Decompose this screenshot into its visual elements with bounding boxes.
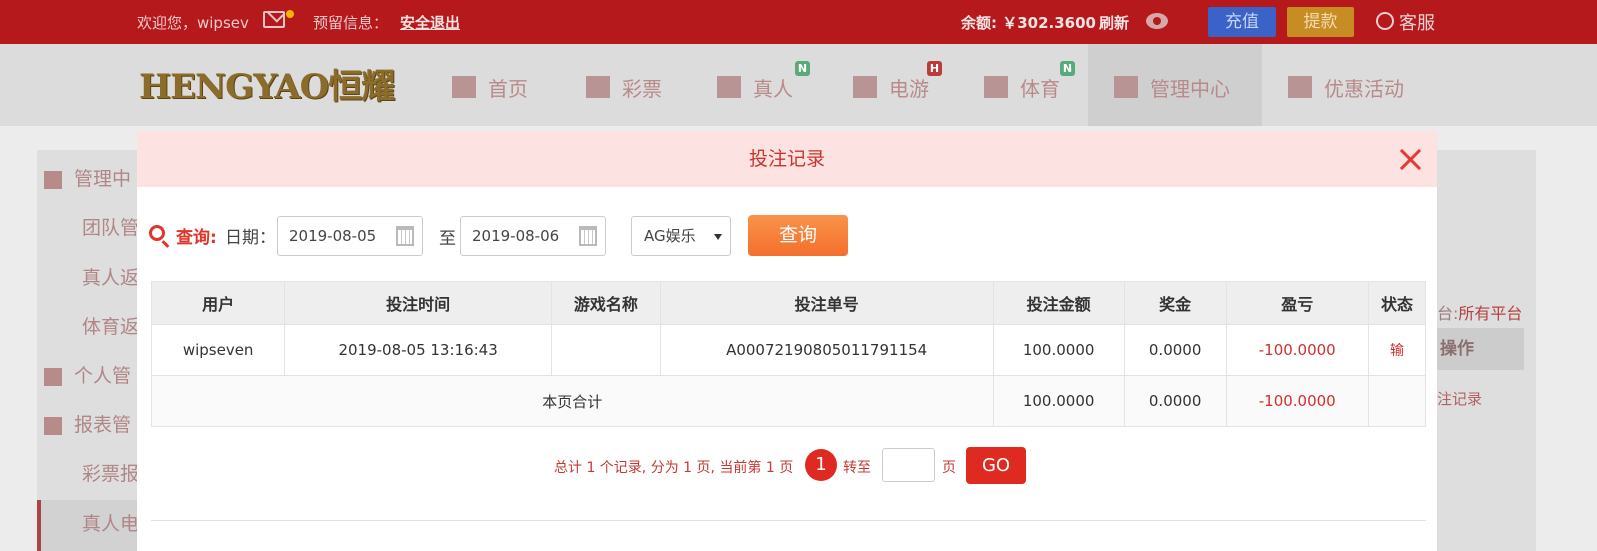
cell-user: wipseven <box>150 324 286 376</box>
to-label: 至 <box>439 229 456 249</box>
platform-select-value: AG娱乐 <box>644 227 696 245</box>
end-date-value: 2019-08-06 <box>472 227 560 245</box>
bet-records-table: 用户 投注时间 游戏名称 投注单号 投注金额 奖金 盈亏 状态 wipseven… <box>150 281 1427 427</box>
cell-profit: -100.0000 <box>1225 324 1369 376</box>
cell-amount: 100.0000 <box>992 324 1125 376</box>
calendar-icon[interactable] <box>396 226 414 246</box>
start-date-input[interactable]: 2019-08-05 <box>277 216 423 256</box>
total-profit: -100.0000 <box>1225 375 1369 427</box>
go-button[interactable]: GO <box>966 447 1026 484</box>
bet-records-modal: 投注记录 查询: 日期： 2019-08-05 至 2019-08-06 AG娱… <box>137 131 1437 551</box>
cell-order-no: A00072190805011791154 <box>659 324 994 376</box>
total-status <box>1367 375 1427 427</box>
goto-page-input[interactable] <box>882 448 935 482</box>
current-page-button[interactable]: 1 <box>805 449 837 481</box>
column-header: 奖金 <box>1123 281 1227 325</box>
page-label: 页 <box>942 460 956 476</box>
table-row: wipseven 2019-08-05 13:16:43 A0007219080… <box>150 324 1427 376</box>
goto-label: 转至 <box>843 460 871 476</box>
total-label: 本页合计 <box>151 375 994 427</box>
column-header: 游戏名称 <box>550 281 661 325</box>
modal-header: 投注记录 <box>137 131 1437 187</box>
cell-status: 输 <box>1367 324 1427 376</box>
divider <box>151 520 1426 521</box>
pagination-info: 总计 1 个记录, 分为 1 页, 当前第 1 页 <box>554 460 794 476</box>
column-header: 投注金额 <box>992 281 1125 325</box>
column-header: 投注时间 <box>284 281 552 325</box>
total-bonus: 0.0000 <box>1123 375 1227 427</box>
modal-title: 投注记录 <box>748 148 825 170</box>
end-date-input[interactable]: 2019-08-06 <box>460 216 606 256</box>
column-header: 用户 <box>150 281 286 325</box>
table-header-row: 用户 投注时间 游戏名称 投注单号 投注金额 奖金 盈亏 状态 <box>150 281 1427 325</box>
column-header: 状态 <box>1367 281 1427 325</box>
column-header: 盈亏 <box>1225 281 1369 325</box>
platform-select[interactable]: AG娱乐 <box>631 216 731 256</box>
query-button[interactable]: 查询 <box>748 215 848 256</box>
query-label: 查询: <box>176 228 217 248</box>
close-icon[interactable] <box>1398 147 1422 171</box>
search-icon <box>149 225 165 241</box>
cell-time: 2019-08-05 13:16:43 <box>284 324 552 376</box>
column-header: 投注单号 <box>659 281 994 325</box>
cell-bonus: 0.0000 <box>1123 324 1227 376</box>
date-label: 日期： <box>225 228 276 248</box>
start-date-value: 2019-08-05 <box>289 227 377 245</box>
calendar-icon[interactable] <box>579 226 597 246</box>
table-total-row: 本页合计 100.0000 0.0000 -100.0000 <box>151 375 1427 427</box>
cell-game <box>550 324 661 376</box>
total-amount: 100.0000 <box>992 375 1125 427</box>
chevron-down-icon <box>714 234 722 240</box>
